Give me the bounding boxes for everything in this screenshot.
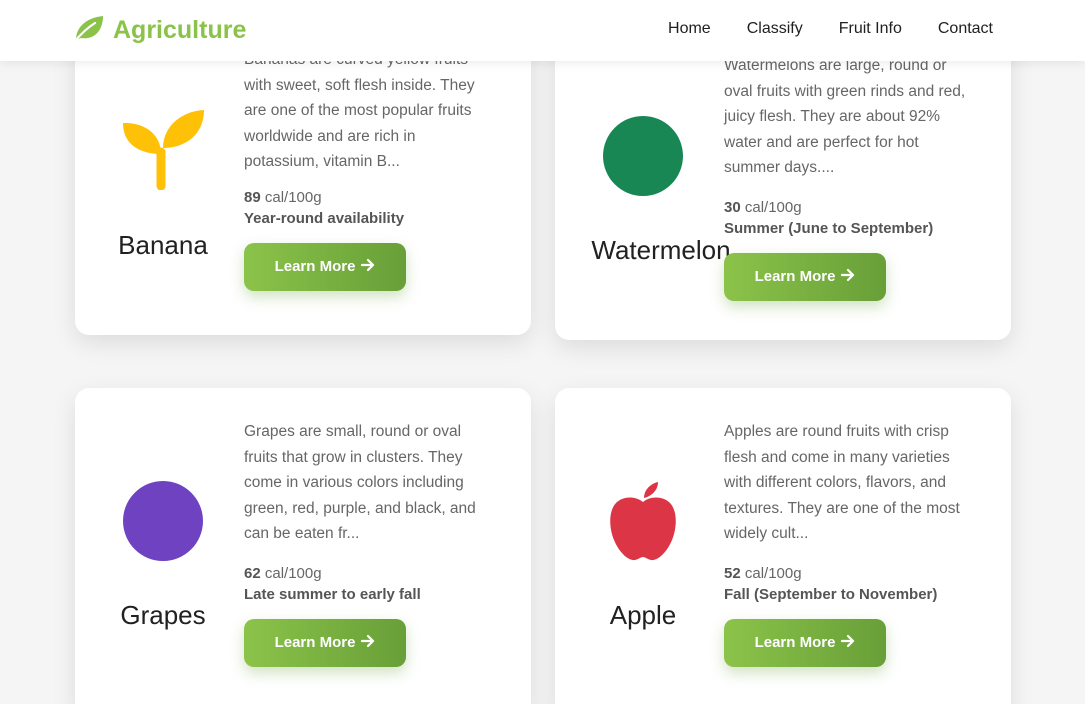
fruit-season: Late summer to early fall [244, 585, 421, 603]
learn-more-label: Learn More [754, 634, 836, 652]
brand-name: Agriculture [113, 16, 247, 44]
fruit-details: Bananas are curved yellow fruits with sw… [244, 47, 494, 291]
fruit-name: Apple [609, 600, 677, 630]
learn-more-label: Learn More [274, 634, 356, 652]
sprout-icon [122, 108, 204, 191]
nav-item-contact[interactable]: Contact [938, 20, 993, 38]
nav-item-classify[interactable]: Classify [747, 20, 803, 38]
brand-link[interactable]: Agriculture [73, 14, 246, 47]
calories-value: 52 [724, 564, 741, 582]
fruit-card-apple: Apple Apples are round fruits with crisp… [555, 388, 1011, 704]
nav-menu: Home Classify Fruit Info Contact [668, 20, 993, 38]
calories-unit: cal/100g [744, 198, 802, 216]
nav-item-fruit-info[interactable]: Fruit Info [839, 20, 902, 38]
fruit-visual: Grapes [75, 388, 251, 704]
learn-more-label: Learn More [274, 258, 356, 276]
fruit-details: Grapes are small, round or oval fruits t… [244, 419, 494, 667]
arrow-right-icon [361, 258, 375, 276]
fruit-name: Grapes [120, 600, 206, 630]
arrow-right-icon [361, 634, 375, 652]
arrow-right-icon [841, 268, 855, 286]
circle-icon [122, 480, 204, 562]
fruit-card-grapes: Grapes Grapes are small, round or oval f… [75, 388, 531, 704]
fruit-calories: 62 cal/100g [244, 565, 494, 582]
fruit-season: Summer (June to September) [724, 219, 934, 237]
fruit-name: Banana [118, 230, 208, 260]
fruit-description: Grapes are small, round or oval fruits t… [244, 423, 476, 543]
calories-unit: cal/100g [264, 188, 322, 206]
learn-more-button[interactable]: Learn More [244, 618, 406, 667]
fruit-calories: 52 cal/100g [724, 565, 974, 582]
learn-more-button[interactable]: Learn More [724, 618, 886, 667]
learn-more-label: Learn More [754, 268, 836, 286]
calories-value: 62 [244, 564, 261, 582]
fruit-description: Apples are round fruits with crisp flesh… [724, 423, 960, 543]
fruit-calories: 30 cal/100g [724, 199, 974, 216]
circle-icon [602, 115, 684, 197]
leaf-icon [73, 14, 105, 47]
fruit-details: Apples are round fruits with crisp flesh… [724, 419, 974, 667]
fruit-season: Year-round availability [244, 209, 405, 227]
navbar: Agriculture Home Classify Fruit Info Con… [0, 0, 1085, 61]
fruit-season: Fall (September to November) [724, 585, 938, 603]
fruit-description: Bananas are curved yellow fruits with sw… [244, 51, 475, 171]
learn-more-button[interactable]: Learn More [724, 252, 886, 301]
arrow-right-icon [841, 634, 855, 652]
apple-icon [602, 480, 684, 562]
learn-more-button[interactable]: Learn More [244, 242, 406, 291]
nav-item-home[interactable]: Home [668, 20, 711, 38]
fruit-visual: Apple [555, 388, 731, 704]
fruit-details: Watermelons are large, round or oval fru… [724, 53, 974, 301]
fruit-name: Watermelon [591, 235, 731, 265]
calories-value: 89 [244, 188, 261, 206]
calories-unit: cal/100g [264, 564, 322, 582]
fruit-calories: 89 cal/100g [244, 189, 494, 206]
calories-value: 30 [724, 198, 741, 216]
fruit-description: Watermelons are large, round or oval fru… [724, 57, 966, 177]
calories-unit: cal/100g [744, 564, 802, 582]
